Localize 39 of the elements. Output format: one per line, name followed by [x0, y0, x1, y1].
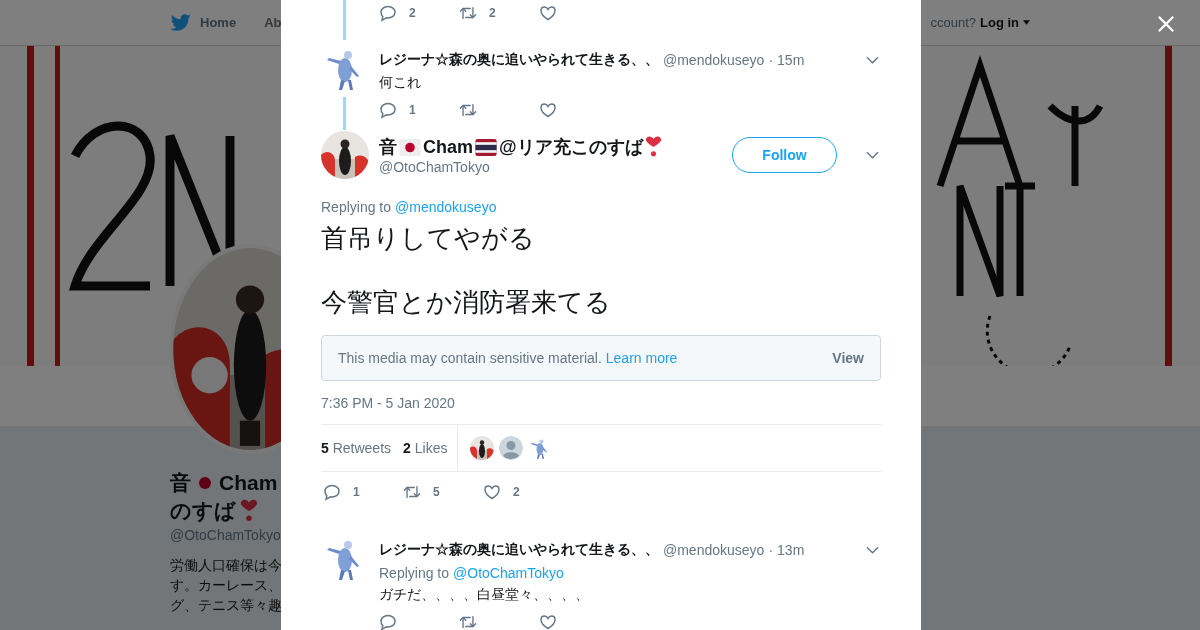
- bio-line: す。カーレース、: [170, 576, 282, 595]
- tweet-timestamp: 7:36 PM - 5 Jan 2020: [321, 395, 456, 411]
- reply-icon[interactable]: [379, 613, 397, 630]
- heart-icon[interactable]: [539, 613, 557, 630]
- close-icon[interactable]: [1157, 15, 1175, 33]
- nav-link[interactable]: Home: [200, 15, 237, 30]
- nav-link[interactable]: Ab: [264, 15, 282, 30]
- chevron-down-icon[interactable]: [866, 546, 879, 554]
- heart-exclamation-icon: [240, 499, 258, 523]
- reply-icon[interactable]: [379, 3, 397, 22]
- bio-line: グ、テニス等々趣: [170, 596, 282, 615]
- tweet-time[interactable]: 13m: [777, 542, 805, 558]
- heart-icon[interactable]: [539, 3, 557, 22]
- separator-dot: ·: [768, 542, 774, 558]
- retweet-count: 5: [433, 485, 440, 499]
- reply-count: 2: [409, 5, 416, 20]
- account-prompt: ccount?: [930, 15, 976, 30]
- retweet-icon[interactable]: [459, 613, 477, 630]
- heart-icon[interactable]: [483, 483, 501, 501]
- profile-handle: @OtoChamTokyo: [170, 527, 281, 543]
- profile-name: のすば: [170, 498, 236, 524]
- retweet-icon[interactable]: [403, 483, 421, 501]
- bio-line: 労働人口確保は今: [170, 556, 282, 575]
- stat-link[interactable]: 2 Likes: [403, 440, 448, 456]
- caret-icon[interactable]: [1023, 20, 1030, 25]
- tweet-text: ガチだ、、、、白昼堂々、、、、: [379, 585, 590, 604]
- profile-name: Cham: [219, 470, 278, 496]
- user-name[interactable]: レジーナ☆森の奥に追いやられて生きる、、: [379, 541, 659, 559]
- stat-link[interactable]: 5 Retweets: [321, 440, 392, 456]
- mention-link[interactable]: @OtoChamTokyo: [453, 565, 564, 581]
- like-count: 2: [513, 485, 520, 499]
- replying-label: Replying to: [379, 565, 450, 581]
- profile-name: 音: [170, 470, 191, 496]
- login-link[interactable]: Log in: [980, 15, 1019, 30]
- reply-count: 1: [353, 485, 360, 499]
- reply-icon[interactable]: [323, 483, 341, 501]
- user-handle[interactable]: @mendokuseyo: [663, 542, 765, 558]
- retweet-count: 2: [489, 5, 496, 20]
- default-avatar-icon[interactable]: [499, 436, 524, 460]
